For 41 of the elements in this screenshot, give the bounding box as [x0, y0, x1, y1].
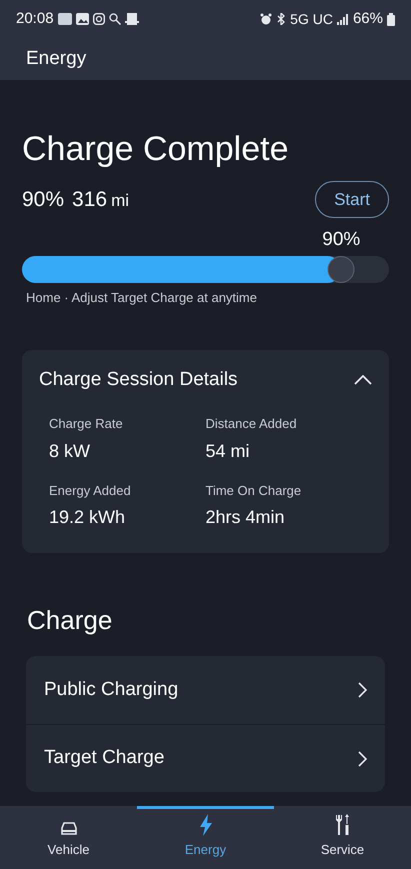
detail-value: 19.2 kWh — [49, 506, 126, 529]
signal-icon — [336, 14, 349, 24]
tools-icon — [334, 814, 352, 836]
nav-tab[interactable]: Service — [274, 806, 411, 869]
lightning-icon — [198, 814, 212, 836]
app-badge-icon — [58, 13, 72, 25]
page-title: Energy — [26, 46, 86, 71]
detail-value: 8 kW — [49, 440, 92, 462]
start-button[interactable]: Start — [315, 180, 389, 218]
detail-label: Energy Added — [49, 482, 132, 500]
battery-percent: 66% — [352, 8, 383, 29]
chevron-right-icon — [358, 750, 367, 766]
car-icon — [60, 822, 78, 836]
battery-percent-value: 90% — [22, 186, 64, 212]
chevron-icon[interactable] — [354, 374, 372, 385]
charge-menu-item[interactable]: Public Charging — [26, 656, 385, 724]
alarm-icon — [260, 13, 272, 25]
network-label: 5G UC — [290, 10, 333, 28]
chevron-right-icon — [358, 682, 367, 698]
image-icon — [76, 13, 89, 25]
detail-label: Charge Rate — [49, 415, 124, 433]
status-time: 20:08 — [16, 8, 54, 29]
card-title: Charge Session Details — [39, 368, 238, 392]
detail-label: Distance Added — [206, 415, 298, 433]
bluetooth-icon — [276, 13, 286, 25]
slider-caption: Home · Adjust Target Charge at anytime — [26, 289, 258, 307]
detail-value: 2hrs 4min — [206, 506, 286, 529]
section-title: Charge — [27, 604, 114, 637]
battery-icon — [387, 12, 395, 26]
target-label: 90% — [322, 228, 360, 252]
detail-label: Time On Charge — [206, 482, 302, 500]
camera-icon — [92, 13, 105, 25]
slider-thumb[interactable] — [328, 256, 355, 283]
charge-menu-item[interactable]: Target Charge — [26, 724, 385, 792]
search-icon — [108, 13, 121, 25]
range-unit: mi — [111, 190, 130, 212]
charge-status-title: Charge Complete — [22, 129, 290, 170]
range-value: 316 — [72, 186, 108, 212]
nav-tab[interactable]: Vehicle — [0, 806, 137, 869]
nav-tab[interactable]: Energy — [137, 806, 274, 869]
detail-value: 54 mi — [206, 440, 251, 462]
